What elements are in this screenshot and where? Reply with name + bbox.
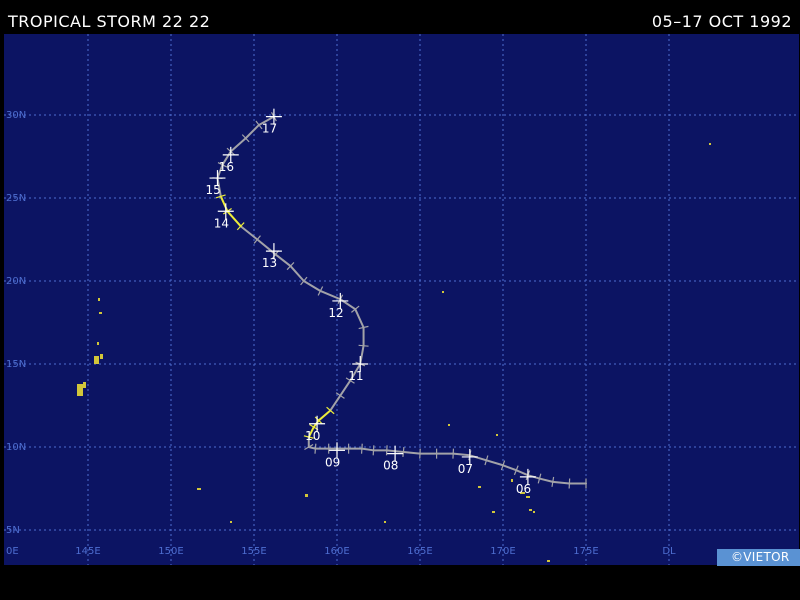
lat-label: 30N bbox=[6, 110, 26, 121]
track-map: 30N 25N 20N 15N 10N 5N 0E 145E 150E 155E 160E 165E 1… bbox=[4, 34, 799, 565]
atoll bbox=[448, 424, 450, 426]
day-label: 07 bbox=[458, 462, 473, 476]
atoll bbox=[230, 521, 232, 523]
day-label: 11 bbox=[348, 369, 363, 383]
lon-label: DL bbox=[662, 546, 676, 557]
ocean-background bbox=[4, 34, 799, 565]
storm-title: TROPICAL STORM 22 22 bbox=[8, 12, 211, 31]
day-label: 06 bbox=[516, 482, 531, 496]
header-bar: TROPICAL STORM 22 22 05–17 OCT 1992 bbox=[0, 0, 800, 34]
lon-label: 0E bbox=[6, 546, 19, 557]
position-tick bbox=[314, 443, 317, 454]
day-label: 16 bbox=[219, 160, 234, 174]
position-tick bbox=[372, 445, 375, 456]
lat-label: 10N bbox=[6, 442, 26, 453]
day-label: 08 bbox=[383, 459, 398, 473]
lon-label: 165E bbox=[407, 546, 432, 557]
day-label: 12 bbox=[328, 306, 343, 320]
marcus-island bbox=[442, 291, 444, 293]
lat-label: 20N bbox=[6, 276, 26, 287]
lon-label: 150E bbox=[158, 546, 183, 557]
atoll bbox=[197, 488, 201, 490]
credit-text: ©VIETOR bbox=[731, 550, 790, 564]
atoll bbox=[305, 494, 308, 497]
position-tick bbox=[385, 445, 388, 456]
lon-label: 170E bbox=[490, 546, 515, 557]
lat-label: 25N bbox=[6, 193, 26, 204]
atoll bbox=[496, 434, 498, 436]
day-label: 09 bbox=[325, 455, 340, 469]
lat-label: 15N bbox=[6, 359, 26, 370]
lon-label: 175E bbox=[573, 546, 598, 557]
day-label: 10 bbox=[305, 429, 320, 443]
lat-label: 5N bbox=[6, 525, 20, 536]
atoll bbox=[384, 521, 386, 523]
lon-label: 145E bbox=[75, 546, 100, 557]
lon-label: 160E bbox=[324, 546, 349, 557]
footer-bar bbox=[0, 566, 800, 600]
day-label: 13 bbox=[262, 256, 277, 270]
atoll bbox=[709, 143, 711, 145]
lon-label: 155E bbox=[241, 546, 266, 557]
day-label: 17 bbox=[262, 122, 277, 136]
date-range: 05–17 OCT 1992 bbox=[651, 12, 792, 31]
day-label: 14 bbox=[214, 216, 229, 230]
position-tick bbox=[360, 443, 363, 454]
day-label: 15 bbox=[205, 183, 220, 197]
map-canvas: 30N 25N 20N 15N 10N 5N 0E 145E 150E 155E 160E 165E 1… bbox=[4, 34, 799, 565]
